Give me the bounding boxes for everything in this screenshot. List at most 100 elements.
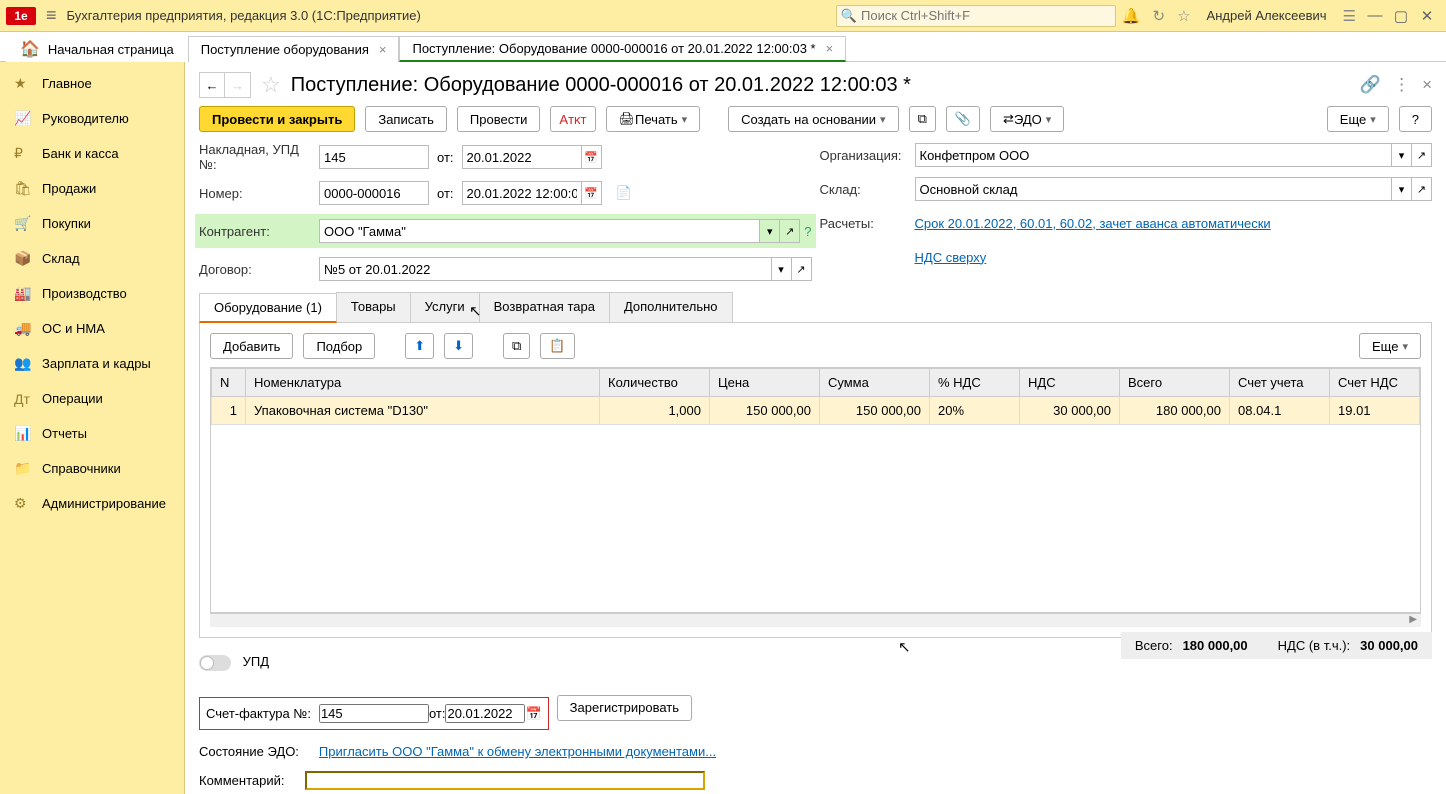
edo-button[interactable]: ⇄ ЭДО bbox=[990, 106, 1064, 132]
search-input[interactable] bbox=[861, 8, 1111, 23]
close-window-button[interactable]: ✕ bbox=[1414, 7, 1440, 25]
maximize-button[interactable]: ▢ bbox=[1388, 7, 1414, 25]
dogovor-input[interactable] bbox=[319, 257, 772, 281]
close-icon[interactable]: × bbox=[379, 42, 387, 57]
dropdown-icon[interactable]: ▾ bbox=[1392, 143, 1412, 167]
horizontal-scrollbar[interactable] bbox=[210, 613, 1421, 627]
tab-document[interactable]: Поступление: Оборудование 0000-000016 от… bbox=[399, 36, 846, 62]
calendar-icon[interactable]: 📅 bbox=[582, 145, 602, 169]
write-button[interactable]: Записать bbox=[365, 106, 447, 132]
sidebar-item-operations[interactable]: ДтОперации bbox=[0, 381, 184, 416]
tab-receipt-list[interactable]: Поступление оборудования × bbox=[188, 36, 400, 62]
sidebar-item-sales[interactable]: 🛍Продажи bbox=[0, 171, 184, 206]
global-search[interactable]: 🔍 bbox=[836, 5, 1116, 27]
select-button[interactable]: Подбор bbox=[303, 333, 375, 359]
number-input[interactable] bbox=[319, 181, 429, 205]
col-price[interactable]: Цена bbox=[710, 369, 820, 397]
col-sum[interactable]: Сумма bbox=[820, 369, 930, 397]
sidebar-item-hr[interactable]: 👥Зарплата и кадры bbox=[0, 346, 184, 381]
kontr-input[interactable] bbox=[319, 219, 760, 243]
chart-icon: 📈 bbox=[14, 110, 42, 127]
open-ref-icon[interactable]: ↗ bbox=[780, 219, 800, 243]
move-up-button[interactable]: ⬆ bbox=[405, 333, 434, 359]
dropdown-icon[interactable]: ▾ bbox=[772, 257, 792, 281]
paste-button[interactable]: 📋 bbox=[540, 333, 574, 359]
col-acc[interactable]: Счет учета bbox=[1230, 369, 1330, 397]
items-grid[interactable]: N Номенклатура Количество Цена Сумма % Н… bbox=[210, 367, 1421, 613]
bell-icon[interactable]: 🔔 bbox=[1122, 7, 1141, 25]
add-row-button[interactable]: Добавить bbox=[210, 333, 293, 359]
copy-button[interactable]: ⧉ bbox=[503, 333, 530, 359]
close-page-icon[interactable]: × bbox=[1422, 75, 1432, 95]
print-button[interactable]: 🖨 Печать bbox=[606, 106, 701, 132]
sf-no-input[interactable] bbox=[319, 704, 429, 723]
tab-equipment[interactable]: Оборудование (1) bbox=[199, 293, 337, 323]
more-icon[interactable]: ⋮ bbox=[1393, 75, 1410, 95]
sidebar-item-warehouse[interactable]: 📦Склад bbox=[0, 241, 184, 276]
more-button[interactable]: Еще bbox=[1327, 106, 1389, 132]
dropdown-icon[interactable]: ▾ bbox=[760, 219, 780, 243]
calendar-icon[interactable]: 📅 bbox=[582, 181, 602, 205]
comment-input[interactable] bbox=[305, 771, 705, 790]
star-icon[interactable]: ☆ bbox=[1177, 7, 1190, 25]
dropdown-icon[interactable]: ▾ bbox=[1392, 177, 1412, 201]
dtkt-button[interactable]: Aᴛᴋᴛ bbox=[550, 106, 595, 132]
table-row[interactable]: 1 Упаковочная система "D130" 1,000 150 0… bbox=[212, 397, 1420, 425]
invoice-date-input[interactable] bbox=[462, 145, 582, 169]
sidebar-item-reports[interactable]: 📊Отчеты bbox=[0, 416, 184, 451]
col-qty[interactable]: Количество bbox=[600, 369, 710, 397]
register-button[interactable]: Зарегистрировать bbox=[557, 695, 692, 721]
open-ref-icon[interactable]: ↗ bbox=[792, 257, 812, 281]
close-icon[interactable]: × bbox=[826, 41, 834, 56]
sidebar-item-fixed-assets[interactable]: 🚚ОС и НМА bbox=[0, 311, 184, 346]
link-icon[interactable]: 🔗 bbox=[1360, 75, 1381, 95]
help-icon[interactable]: ? bbox=[804, 224, 811, 239]
calendar-icon[interactable]: 📅 bbox=[525, 706, 541, 722]
tab-returnable[interactable]: Возвратная тара bbox=[479, 292, 610, 322]
col-vatacc[interactable]: Счет НДС bbox=[1330, 369, 1420, 397]
open-ref-icon[interactable]: ↗ bbox=[1412, 177, 1432, 201]
post-close-button[interactable]: Провести и закрыть bbox=[199, 106, 355, 132]
sf-date-input[interactable] bbox=[445, 704, 525, 723]
sidebar-item-production[interactable]: 🏭Производство bbox=[0, 276, 184, 311]
structure-button[interactable]: ⧉ bbox=[909, 106, 936, 132]
settlements-link[interactable]: Срок 20.01.2022, 60.01, 60.02, зачет ава… bbox=[915, 216, 1271, 231]
post-button[interactable]: Провести bbox=[457, 106, 541, 132]
user-name[interactable]: Андрей Алексеевич bbox=[1207, 8, 1327, 23]
forward-button[interactable]: → bbox=[225, 72, 251, 98]
history-icon[interactable]: ↻ bbox=[1153, 7, 1166, 25]
col-vatp[interactable]: % НДС bbox=[930, 369, 1020, 397]
menu-icon[interactable]: ≡ bbox=[46, 5, 57, 26]
move-down-button[interactable]: ⬇ bbox=[444, 333, 473, 359]
sklad-input[interactable] bbox=[915, 177, 1393, 201]
org-input[interactable] bbox=[915, 143, 1393, 167]
invoice-no-input[interactable] bbox=[319, 145, 429, 169]
tab-home[interactable]: 🏠 Начальная страница bbox=[6, 36, 188, 62]
nds-link[interactable]: НДС сверху bbox=[915, 250, 987, 265]
create-based-button[interactable]: Создать на основании bbox=[728, 106, 898, 132]
attach-button[interactable]: 📎 bbox=[946, 106, 980, 132]
sidebar-item-refs[interactable]: 📁Справочники bbox=[0, 451, 184, 486]
upd-toggle[interactable] bbox=[199, 655, 231, 671]
open-ref-icon[interactable]: ↗ bbox=[1412, 143, 1432, 167]
col-nomenclature[interactable]: Номенклатура bbox=[246, 369, 600, 397]
settings-icon[interactable]: ☰ bbox=[1343, 7, 1356, 25]
sidebar-item-purchases[interactable]: 🛒Покупки bbox=[0, 206, 184, 241]
col-total[interactable]: Всего bbox=[1120, 369, 1230, 397]
col-vat[interactable]: НДС bbox=[1020, 369, 1120, 397]
tab-services[interactable]: Услуги bbox=[410, 292, 480, 322]
sidebar-item-manager[interactable]: 📈Руководителю bbox=[0, 101, 184, 136]
tab-goods[interactable]: Товары bbox=[336, 292, 411, 322]
edo-invite-link[interactable]: Пригласить ООО "Гамма" к обмену электрон… bbox=[319, 744, 716, 759]
minimize-button[interactable]: — bbox=[1362, 7, 1388, 24]
grid-more-button[interactable]: Еще bbox=[1359, 333, 1421, 359]
sidebar-item-admin[interactable]: ⚙Администрирование bbox=[0, 486, 184, 521]
tab-extra[interactable]: Дополнительно bbox=[609, 292, 733, 322]
sidebar-item-bank[interactable]: ₽Банк и касса bbox=[0, 136, 184, 171]
number-date-input[interactable] bbox=[462, 181, 582, 205]
help-button[interactable]: ? bbox=[1399, 106, 1432, 132]
back-button[interactable]: ← bbox=[199, 72, 225, 98]
favorite-icon[interactable]: ☆ bbox=[261, 72, 281, 98]
col-n[interactable]: N bbox=[212, 369, 246, 397]
sidebar-item-main[interactable]: ★Главное bbox=[0, 66, 184, 101]
